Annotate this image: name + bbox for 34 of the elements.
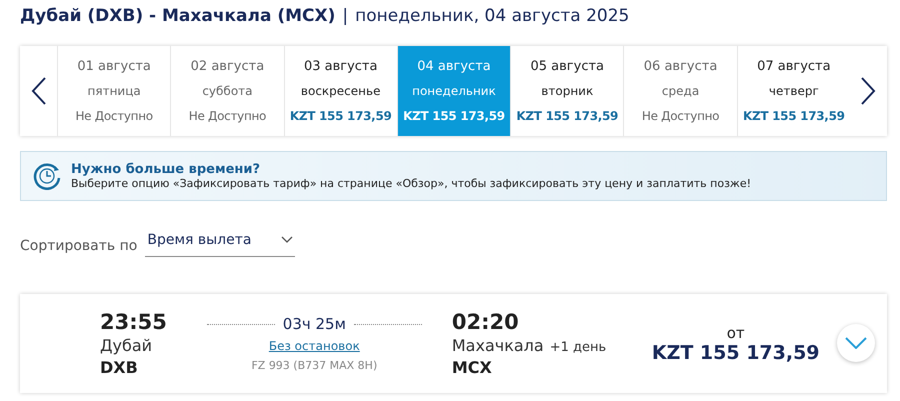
arrival-city: Махачкала xyxy=(452,336,544,356)
flight-number: FZ 993 (B737 MAX 8H) xyxy=(251,359,378,372)
title-separator: | xyxy=(342,6,348,28)
departure-time: 23:55 xyxy=(100,309,167,336)
flight-price: KZT 155 173,59 xyxy=(652,342,820,364)
departure-code: DXB xyxy=(100,358,139,378)
next-button[interactable] xyxy=(850,46,887,136)
date-title: понедельник, 04 августа 2025 xyxy=(355,6,630,28)
chevron-down-icon xyxy=(845,337,867,349)
clock-icon xyxy=(33,162,61,190)
route-title: Дубай (DXB) - Махачкала (MCX) xyxy=(20,6,336,28)
price-prefix: от xyxy=(726,324,745,342)
previous-button[interactable] xyxy=(20,46,57,136)
date-tab[interactable]: 03 августа воскресенье KZT 155 173,59 xyxy=(284,46,397,136)
departure-city: Дубай xyxy=(100,336,154,356)
date-tab[interactable]: 07 августа четверг KZT 155 173,59 xyxy=(736,46,850,136)
arrival-code: MCX xyxy=(452,358,493,378)
chevron-left-icon xyxy=(30,76,46,106)
sort-dropdown[interactable]: Время вылета xyxy=(145,228,296,257)
stops-link[interactable]: Без остановок xyxy=(268,339,360,353)
chevron-right-icon xyxy=(860,76,876,106)
notice-title: Нужно больше времени? xyxy=(71,162,262,177)
arrival-time: 02:20 xyxy=(452,309,520,336)
chevron-down-icon xyxy=(281,236,294,244)
date-tab[interactable]: 02 августа суббота Не Доступно xyxy=(170,46,284,136)
date-tab[interactable]: 01 августа пятница Не Доступно xyxy=(57,46,170,136)
date-tab[interactable]: 04 августа понедельник KZT 155 173,59 xyxy=(396,46,510,136)
flight-duration: 03ч 25м xyxy=(282,315,346,333)
date-tab[interactable]: 06 августа среда Не Доступно xyxy=(623,46,737,136)
expand-button[interactable] xyxy=(837,324,875,362)
notice-text: Выберите опцию «Зафиксировать тариф» на странице «Обзор», чтобы зафиксировать эту цену и заплатить позже! xyxy=(71,177,752,190)
day-offset: +1 день xyxy=(550,340,606,356)
sort-label: Сортировать по xyxy=(20,238,138,254)
date-tab[interactable]: 05 августа вторник KZT 155 173,59 xyxy=(510,46,624,136)
